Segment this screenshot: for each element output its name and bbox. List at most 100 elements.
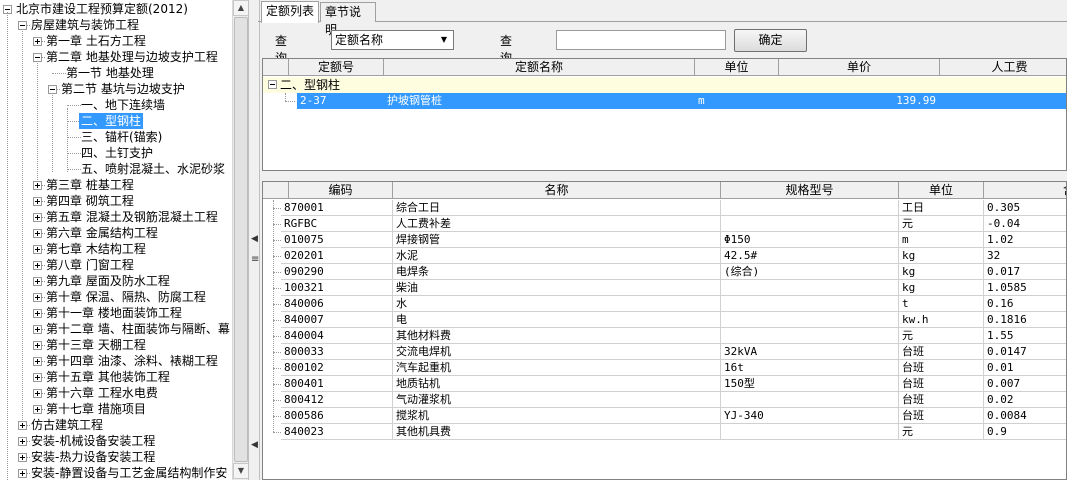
expand-icon[interactable] xyxy=(33,293,42,302)
tree-scrollbar[interactable]: ▲ ▼ xyxy=(232,0,249,480)
expand-icon[interactable] xyxy=(33,229,42,238)
tree-node-label: 第三章 桩基工程 xyxy=(46,178,134,192)
quota-unit: m xyxy=(695,93,779,109)
tree-node[interactable]: 第十四章 油漆、涂料、裱糊工程 xyxy=(0,353,232,369)
tree-node[interactable]: 第三章 桩基工程 xyxy=(0,177,232,193)
table-row[interactable]: RGFBC 人工费补差 元 -0.04 xyxy=(263,216,1066,232)
tree-node[interactable]: 房屋建筑与装饰工程 xyxy=(0,17,232,33)
chevron-down-icon[interactable]: ▼ xyxy=(437,33,451,47)
tree-node[interactable]: 第二节 基坑与边坡支护 xyxy=(0,81,232,97)
grid2-header-quantity[interactable]: 含 xyxy=(984,182,1066,199)
tree-node[interactable]: 一、地下连续墙 xyxy=(0,97,232,113)
table-row[interactable]: 840007 电 kw.h 0.1816 xyxy=(263,312,1066,328)
table-row[interactable]: 840006 水 t 0.16 xyxy=(263,296,1066,312)
expand-icon[interactable] xyxy=(33,261,42,270)
expand-icon[interactable] xyxy=(33,213,42,222)
tree-node[interactable]: 第四章 砌筑工程 xyxy=(0,193,232,209)
table-row[interactable]: 800412 气动灌浆机 台班 0.02 xyxy=(263,392,1066,408)
expand-icon[interactable] xyxy=(33,341,42,350)
table-row[interactable]: 870001 综合工日 工日 0.305 xyxy=(263,200,1066,216)
table-row[interactable]: 800586 搅浆机 YJ-340 台班 0.0084 xyxy=(263,408,1066,424)
expand-icon[interactable] xyxy=(33,373,42,382)
collapse-left-icon-bottom[interactable]: ◀ xyxy=(251,440,258,450)
tree-node[interactable]: 第十一章 楼地面装饰工程 xyxy=(0,305,232,321)
table-row[interactable]: 2-37 护坡钢管桩 m 139.99 1 xyxy=(263,93,1066,109)
expand-icon[interactable] xyxy=(18,421,27,430)
query-content-input[interactable] xyxy=(556,30,726,50)
grid2-header-unit[interactable]: 单位 xyxy=(899,182,984,199)
chapter-tree[interactable]: 北京市建设工程预算定额(2012) 房屋建筑与装饰工程 第一章 土石方工程 第二章 地… xyxy=(0,0,232,480)
table-row[interactable]: 090290 电焊条 (综合) kg 0.017 xyxy=(263,264,1066,280)
tree-node[interactable]: 第十六章 工程水电费 xyxy=(0,385,232,401)
tree-node[interactable]: 第九章 屋面及防水工程 xyxy=(0,273,232,289)
tree-node[interactable]: 四、土钉支护 xyxy=(0,145,232,161)
grid1-header-name[interactable]: 定额名称 xyxy=(384,59,695,76)
tree-node[interactable]: 第一章 土石方工程 xyxy=(0,33,232,49)
confirm-button[interactable]: 确定 xyxy=(734,29,807,52)
table-row[interactable]: 100321 柴油 kg 1.0585 xyxy=(263,280,1066,296)
expand-icon[interactable] xyxy=(33,325,42,334)
table-row[interactable]: 010075 焊接钢管 Φ150 m 1.02 xyxy=(263,232,1066,248)
tree-node[interactable]: 仿古建筑工程 xyxy=(0,417,232,433)
collapse-icon[interactable] xyxy=(268,80,277,89)
grid2-header-name[interactable]: 名称 xyxy=(393,182,721,199)
collapse-left-icon[interactable]: ◀ xyxy=(251,234,258,244)
grid1-header-price[interactable]: 单价 xyxy=(779,59,940,76)
grid1-header-labor[interactable]: 人工费 xyxy=(940,59,1066,76)
tree-root[interactable]: 北京市建设工程预算定额(2012) xyxy=(0,1,232,17)
query-type-select[interactable]: 定额名称 ▼ xyxy=(331,30,454,50)
tree-node[interactable]: 第十三章 天棚工程 xyxy=(0,337,232,353)
tree-node[interactable]: 第七章 木结构工程 xyxy=(0,241,232,257)
tab-chapter-notes[interactable]: 章节说明 xyxy=(320,2,376,37)
table-row[interactable]: 800033 交流电焊机 32kVA 台班 0.0147 xyxy=(263,344,1066,360)
expand-icon[interactable] xyxy=(33,37,42,46)
query-type-value: 定额名称 xyxy=(335,33,384,47)
expand-icon[interactable] xyxy=(33,309,42,318)
tree-scroll-thumb[interactable] xyxy=(234,17,248,462)
tree-node[interactable]: 安装-热力设备安装工程 xyxy=(0,449,232,465)
tree-node[interactable]: 第十七章 措施项目 xyxy=(0,401,232,417)
expand-icon[interactable] xyxy=(33,389,42,398)
tree-node[interactable]: 第六章 金属结构工程 xyxy=(0,225,232,241)
tree-node[interactable]: 第十五章 其他装饰工程 xyxy=(0,369,232,385)
tree-node[interactable]: 五、喷射混凝土、水泥砂浆 xyxy=(0,161,232,177)
tree-node[interactable]: 第十二章 墙、柱面装饰与隔断、幕 xyxy=(0,321,232,337)
tree-node[interactable]: 安装-机械设备安装工程 xyxy=(0,433,232,449)
resource-grid[interactable]: 编码 名称 规格型号 单位 含 870001综合工日工日0.305RGFBC人工… xyxy=(262,181,1067,480)
tree-node[interactable]: 第八章 门窗工程 xyxy=(0,257,232,273)
quota-grid[interactable]: 定额号 定额名称 单位 单价 人工费 二、型钢柱 2-37 护坡钢管桩 m 13… xyxy=(262,58,1067,171)
expand-icon[interactable] xyxy=(33,181,42,190)
table-row[interactable]: 020201 水泥 42.5# kg 32 xyxy=(263,248,1066,264)
tree-node[interactable]: 三、锚杆(锚索) xyxy=(0,129,232,145)
scroll-up-icon[interactable]: ▲ xyxy=(233,0,249,16)
collapse-icon[interactable] xyxy=(18,21,27,30)
scroll-down-icon[interactable]: ▼ xyxy=(233,463,249,479)
expand-icon[interactable] xyxy=(33,357,42,366)
collapse-icon[interactable] xyxy=(33,53,42,62)
tab-quota-list[interactable]: 定额列表 xyxy=(261,1,319,23)
expand-icon[interactable] xyxy=(18,437,27,446)
tree-node[interactable]: 第十章 保温、隔热、防腐工程 xyxy=(0,289,232,305)
grid1-header-code[interactable]: 定额号 xyxy=(289,59,384,76)
table-row[interactable]: 840004 其他材料费 元 1.55 xyxy=(263,328,1066,344)
grid2-header-code[interactable]: 编码 xyxy=(289,182,393,199)
expand-icon[interactable] xyxy=(33,245,42,254)
expand-icon[interactable] xyxy=(33,277,42,286)
tree-node[interactable]: 二、型钢柱 xyxy=(0,113,232,129)
table-row[interactable]: 840023 其他机具费 元 0.9 xyxy=(263,424,1066,440)
tree-node[interactable]: 第五章 混凝土及钢筋混凝土工程 xyxy=(0,209,232,225)
tree-node[interactable]: 安装-静置设备与工艺金属结构制作安 xyxy=(0,465,232,480)
tree-node[interactable]: 第一节 地基处理 xyxy=(0,65,232,81)
grid1-header-unit[interactable]: 单位 xyxy=(695,59,779,76)
collapse-icon[interactable] xyxy=(48,85,57,94)
panel-splitter[interactable]: ◀ ≡ ◀ xyxy=(248,0,260,480)
expand-icon[interactable] xyxy=(33,405,42,414)
tree-node[interactable]: 第二章 地基处理与边坡支护工程 xyxy=(0,49,232,65)
expand-icon[interactable] xyxy=(33,197,42,206)
table-row[interactable]: 800401 地质钻机 150型 台班 0.007 xyxy=(263,376,1066,392)
expand-icon[interactable] xyxy=(18,453,27,462)
table-row[interactable]: 800102 汽车起重机 16t 台班 0.01 xyxy=(263,360,1066,376)
grid2-header-spec[interactable]: 规格型号 xyxy=(721,182,899,199)
expand-icon[interactable] xyxy=(18,469,27,478)
group-row[interactable]: 二、型钢柱 xyxy=(263,77,1066,93)
